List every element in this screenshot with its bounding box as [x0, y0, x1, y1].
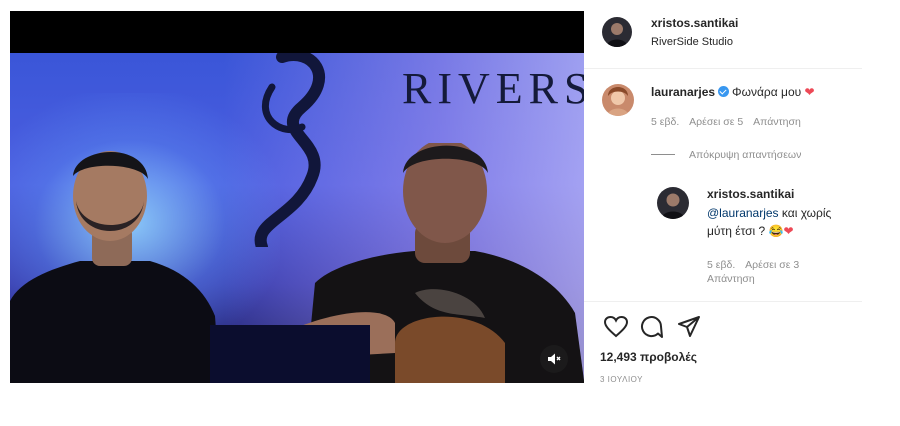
instagram-post: RIVERS xristos.santikai RiverSide Studio… [10, 11, 862, 384]
comment-meta: 5 εβδ. Αρέσει σε 5 Απάντηση [651, 116, 801, 128]
comment-likes[interactable]: Αρέσει σε 5 [689, 116, 743, 128]
video-frame[interactable]: RIVERS [10, 53, 584, 383]
comment-reply-button[interactable]: Απάντηση [753, 116, 801, 128]
share-icon[interactable] [677, 316, 701, 338]
reply-avatar[interactable] [657, 187, 689, 219]
mute-button[interactable] [540, 345, 568, 373]
reply-meta: 5 εβδ. Αρέσει σε 3 [707, 259, 799, 271]
comment-username[interactable]: lauranarjes [651, 85, 715, 99]
singer-figure [10, 151, 220, 383]
hide-replies-label: Απόκρυψη απαντήσεων [689, 149, 802, 161]
reply-mention[interactable]: @lauranarjes [707, 206, 779, 220]
reply-age[interactable]: 5 εβδ. [707, 259, 735, 271]
reply-text-line2: μύτη έτσι ? 😂❤ [707, 224, 794, 238]
heart-icon[interactable] [604, 316, 628, 338]
author-avatar[interactable] [602, 17, 632, 47]
comment-age[interactable]: 5 εβδ. [651, 116, 679, 128]
reply-heart-emoji: ❤ [783, 224, 794, 238]
comment-emoji: ❤ [804, 85, 815, 99]
reply-text-line1: @lauranarjes και χωρίς [707, 206, 832, 220]
verified-badge-icon [718, 86, 730, 97]
post-side-panel: xristos.santikai RiverSide Studio lauran… [584, 11, 862, 384]
reply-likes[interactable]: Αρέσει σε 3 [745, 259, 799, 271]
reply-username[interactable]: xristos.santikai [707, 187, 794, 201]
video-player[interactable]: RIVERS [10, 11, 584, 383]
speaker-muted-icon [548, 353, 561, 365]
comment-text: Φωνάρα μου [732, 85, 802, 99]
commenter-avatar[interactable] [602, 84, 634, 116]
studio-logo-text: RIVERS [402, 64, 584, 113]
hide-replies-button[interactable]: Απόκρυψη απαντήσεων [651, 149, 801, 161]
post-header: xristos.santikai RiverSide Studio [584, 11, 862, 69]
reply-reply-button[interactable]: Απάντηση [707, 273, 755, 285]
comment-line: lauranarjes Φωνάρα μου ❤ [651, 85, 815, 99]
post-location[interactable]: RiverSide Studio [651, 36, 733, 48]
view-count[interactable]: 12,493 προβολές [600, 350, 697, 364]
post-date[interactable]: 3 ΙΟΥΛΙΟΥ [600, 375, 643, 384]
author-username[interactable]: xristos.santikai [651, 16, 738, 30]
reply-emoji: 😂 [768, 224, 784, 238]
comment-icon[interactable] [640, 315, 664, 339]
